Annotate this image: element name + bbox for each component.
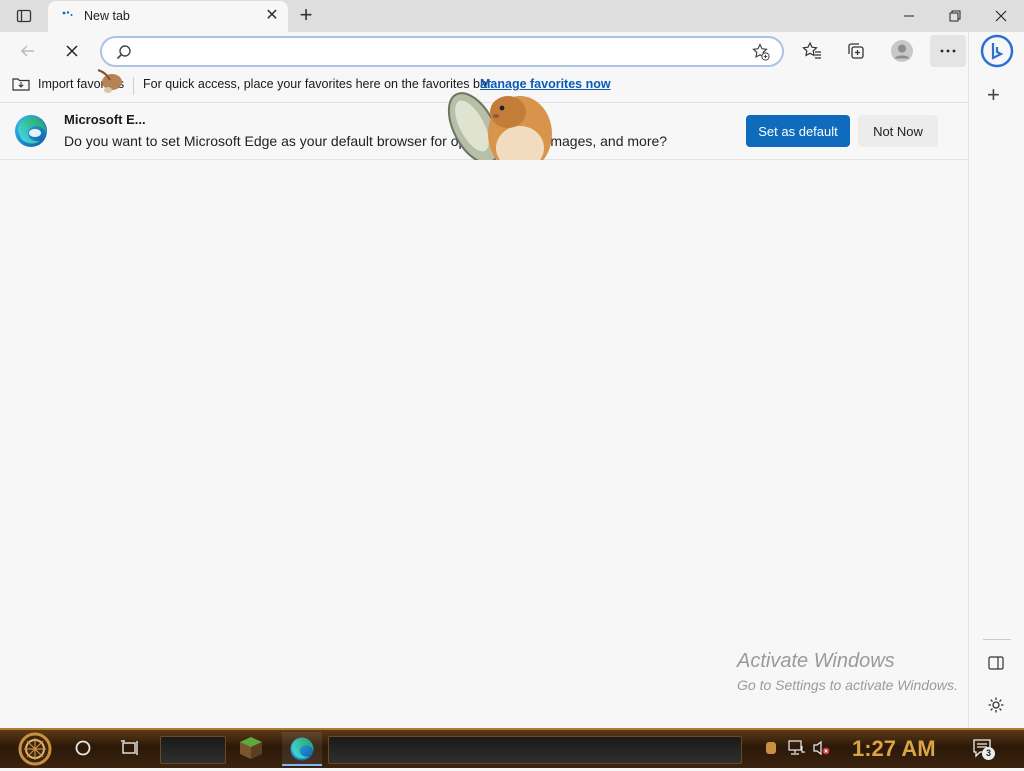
address-input[interactable] [138, 42, 738, 62]
favorites-icon[interactable] [796, 35, 828, 67]
activate-windows-watermark: Activate Windows Go to Settings to activ… [737, 650, 958, 693]
close-tab-icon[interactable]: ✕ [262, 6, 282, 26]
infobar-message: Do you want to set Microsoft Edge as you… [64, 133, 668, 149]
minecraft-app-icon[interactable] [238, 735, 264, 766]
infobar-title: Microsoft E... [64, 112, 146, 127]
edge-taskbar-button[interactable] [282, 732, 322, 766]
hide-sidebar-icon[interactable] [988, 656, 1004, 675]
toolbar [0, 32, 968, 71]
not-now-button[interactable]: Not Now [858, 115, 938, 147]
search-icon [116, 45, 131, 60]
notification-center-icon[interactable]: 3 [972, 738, 995, 760]
add-sidebar-app-icon[interactable]: + [987, 82, 1000, 108]
tray-overflow-icon[interactable] [766, 742, 776, 754]
taskbar-slot [328, 736, 742, 764]
edge-logo-icon [15, 115, 47, 147]
loading-icon [62, 11, 73, 16]
edge-taskbar-icon [290, 737, 314, 761]
stop-loading-button[interactable] [56, 35, 88, 67]
cortana-icon[interactable] [74, 739, 92, 762]
taskbar-clock[interactable]: 1:27 AM [852, 736, 936, 762]
add-favorite-icon[interactable] [752, 43, 770, 61]
watermark-title: Activate Windows [737, 650, 895, 672]
watermark-subtitle: Go to Settings to activate Windows. [737, 677, 958, 693]
settings-and-more-icon[interactable] [930, 35, 966, 67]
taskbar-slot [160, 736, 226, 764]
tab-title: New tab [84, 9, 130, 23]
folder-import-icon [12, 78, 30, 91]
address-bar[interactable] [100, 36, 784, 67]
close-window-button[interactable] [978, 0, 1024, 32]
collections-icon[interactable] [840, 35, 872, 67]
tab-actions-icon[interactable] [8, 0, 40, 32]
back-button[interactable] [12, 35, 44, 67]
task-view-icon[interactable] [120, 739, 140, 762]
notification-count-badge: 3 [982, 747, 995, 760]
new-tab-button[interactable]: + [292, 2, 320, 30]
divider [983, 639, 1011, 640]
minimize-button[interactable] [886, 0, 932, 32]
start-button[interactable] [8, 732, 62, 766]
sidebar-settings-icon[interactable] [987, 696, 1005, 719]
edge-sidebar: + [968, 32, 1024, 728]
tab-strip: New tab ✕ + [0, 0, 1024, 32]
tab-new-tab[interactable]: New tab ✕ [48, 1, 288, 32]
taskbar: 1:27 AM 3 [0, 728, 1024, 768]
restore-button[interactable] [932, 0, 978, 32]
desktop-pet-small-image [97, 69, 122, 93]
volume-muted-icon[interactable] [812, 740, 832, 761]
page-content [0, 160, 968, 728]
bing-chat-icon[interactable] [980, 34, 1014, 68]
divider [133, 77, 134, 95]
set-as-default-button[interactable]: Set as default [746, 115, 850, 147]
network-icon[interactable] [788, 740, 806, 761]
profile-avatar[interactable] [886, 35, 918, 67]
